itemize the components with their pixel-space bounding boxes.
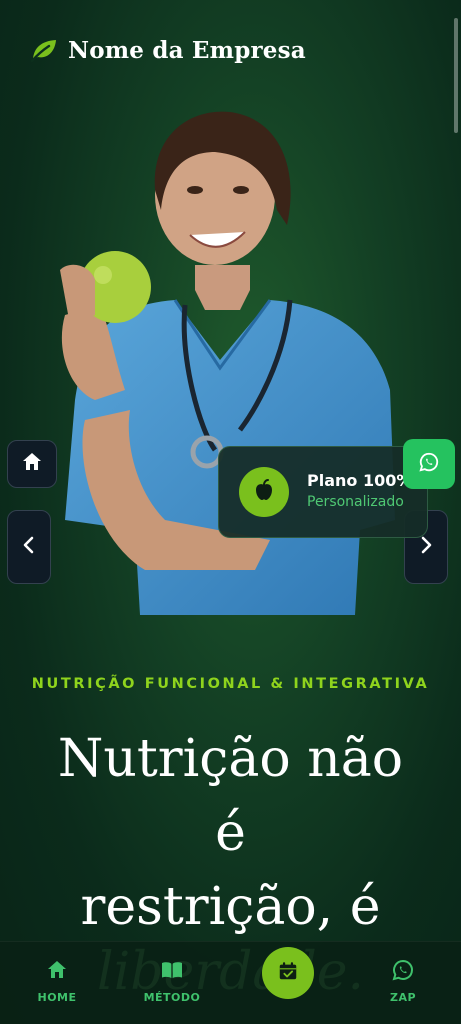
nav-zap[interactable]: ZAP <box>363 958 443 1004</box>
schedule-button[interactable] <box>262 947 314 999</box>
previous-slide-button[interactable] <box>7 510 51 584</box>
home-icon <box>44 958 70 986</box>
nav-home-label: HOME <box>37 991 77 1004</box>
nav-zap-label: ZAP <box>389 991 417 1004</box>
whatsapp-icon <box>418 451 440 477</box>
chevron-right-icon <box>416 535 436 559</box>
plan-card: Plano 100% Personalizado <box>218 446 428 538</box>
plan-icon-circle <box>239 467 289 517</box>
chevron-left-icon <box>19 535 39 559</box>
leaf-icon <box>30 38 58 63</box>
plan-title: Plano 100% <box>307 471 413 490</box>
whatsapp-icon <box>391 958 415 986</box>
header: Nome da Empresa <box>30 30 306 70</box>
nav-home[interactable]: HOME <box>17 958 97 1004</box>
calendar-check-icon <box>277 960 299 986</box>
nav-method-label: MÉTODO <box>143 991 201 1004</box>
plan-subtitle: Personalizado <box>307 494 404 510</box>
app-screen: Nome da Empresa Plano 100% Personalizado… <box>0 0 461 1024</box>
nav-method[interactable]: MÉTODO <box>132 958 212 1004</box>
hero-headline: Nutrição não é restrição, é <box>57 729 404 937</box>
scrollbar[interactable] <box>454 18 458 133</box>
whatsapp-float-button[interactable] <box>403 439 455 489</box>
apple-icon <box>252 478 276 506</box>
home-icon <box>20 450 44 478</box>
brand-name[interactable]: Nome da Empresa <box>68 37 306 64</box>
hero-tagline: NUTRIÇÃO FUNCIONAL & INTEGRATIVA <box>31 676 430 692</box>
book-icon <box>159 958 185 986</box>
home-button[interactable] <box>7 440 57 488</box>
